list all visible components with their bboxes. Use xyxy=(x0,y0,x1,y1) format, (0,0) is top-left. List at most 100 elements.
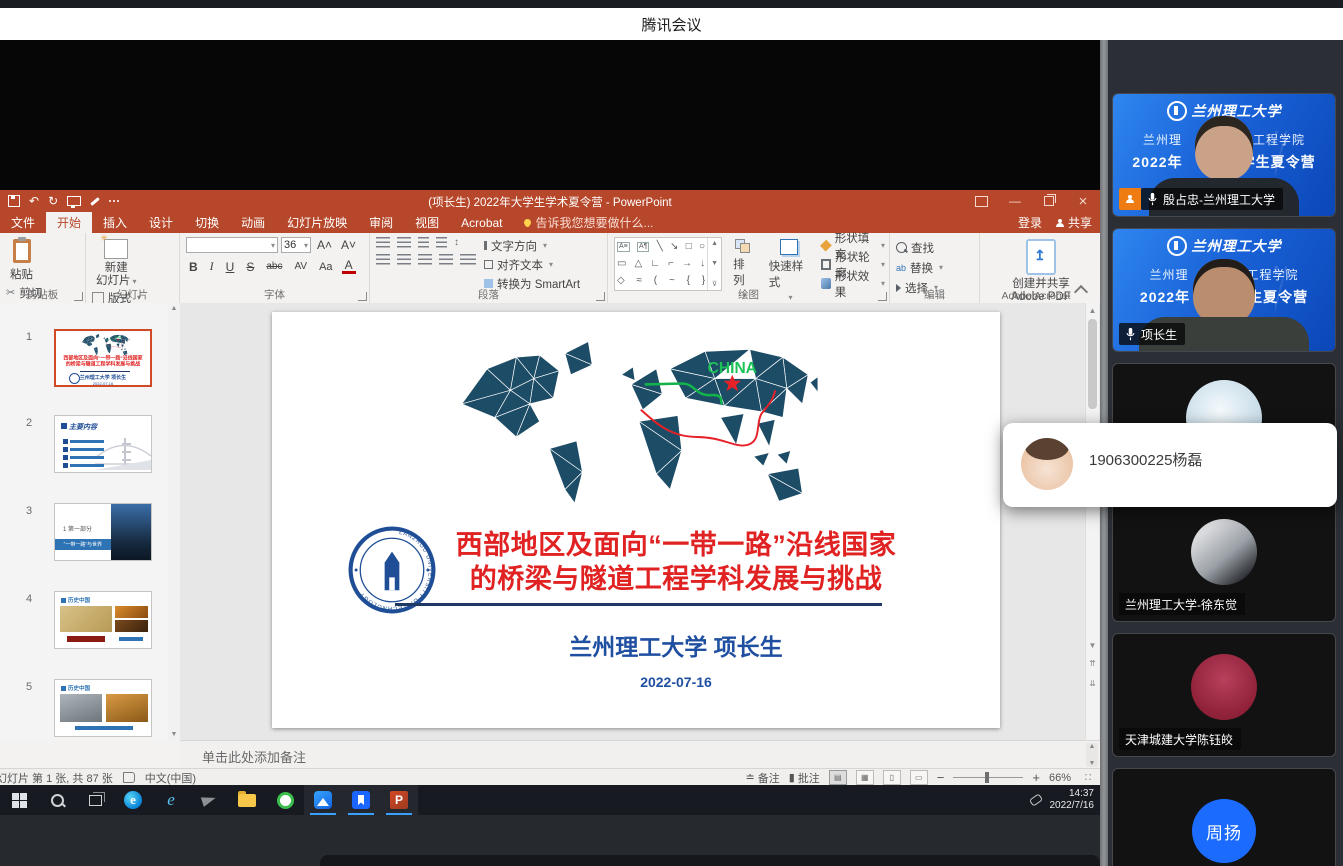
tab-insert[interactable]: 插入 xyxy=(92,212,138,233)
docs-app-taskbar-button[interactable] xyxy=(342,785,380,815)
shape-scribble-icon[interactable]: ≈ xyxy=(637,276,643,286)
tell-me-box[interactable]: 告诉我您想要做什么... xyxy=(514,212,664,233)
participant-tile[interactable]: 周扬 xyxy=(1112,768,1336,866)
text-direction-button[interactable]: 文字方向▾ xyxy=(484,237,580,254)
shape-connector-icon[interactable]: ⌐ xyxy=(668,259,674,269)
slide-canvas[interactable]: 西部地区及面向“一带一路”沿线国家 的桥梁与隧道工程学科发展与挑战 兰州理工大学… xyxy=(272,312,1000,728)
normal-view-button[interactable]: ▤ xyxy=(829,770,847,785)
thumb-scroll-up-icon[interactable]: ▲ xyxy=(171,305,178,312)
numbering-icon[interactable] xyxy=(397,237,411,248)
zoom-out-button[interactable]: − xyxy=(937,770,945,785)
clipboard-dialog-launcher[interactable] xyxy=(74,292,83,301)
grow-font-button[interactable]: A˄ xyxy=(314,238,335,252)
ie-taskbar-button[interactable]: e xyxy=(152,785,190,815)
tray-link-icon[interactable] xyxy=(1028,793,1042,806)
decrease-indent-icon[interactable] xyxy=(418,237,429,248)
tab-view[interactable]: 视图 xyxy=(404,212,450,233)
strikethrough-button[interactable]: S xyxy=(243,260,257,274)
taskbar-search-button[interactable] xyxy=(38,785,76,815)
align-center-icon[interactable] xyxy=(397,254,411,265)
shape-brace-left-icon[interactable]: { xyxy=(687,276,690,286)
shape-curve-icon[interactable]: ~ xyxy=(669,276,675,286)
start-button[interactable] xyxy=(0,785,38,815)
columns-icon[interactable] xyxy=(460,254,476,265)
align-text-button[interactable]: 对齐文本▾ xyxy=(484,256,580,273)
align-right-icon[interactable] xyxy=(418,254,432,265)
edge-taskbar-button[interactable]: e xyxy=(114,785,152,815)
notes-placeholder[interactable]: 单击此处添加备注 xyxy=(202,747,306,766)
character-spacing-button[interactable]: AV xyxy=(291,261,310,272)
shape-gallery-scroll[interactable]: ▲▼⊽ xyxy=(707,238,721,290)
notes-toggle[interactable]: ≐ 备注 xyxy=(746,770,780,786)
bold-button[interactable]: B xyxy=(186,260,201,274)
tab-transitions[interactable]: 切换 xyxy=(184,212,230,233)
language-indicator[interactable]: 中文(中国) xyxy=(145,770,196,786)
reading-view-button[interactable]: ▯ xyxy=(883,770,901,785)
shrink-font-button[interactable]: A˅ xyxy=(338,238,359,252)
fit-to-window-button[interactable]: ⛶ xyxy=(1080,771,1096,784)
spellcheck-icon[interactable] xyxy=(123,772,135,783)
slide-sorter-view-button[interactable]: ▦ xyxy=(856,770,874,785)
tab-file[interactable]: 文件 xyxy=(0,212,46,233)
replace-button[interactable]: ab替换▾ xyxy=(896,259,975,276)
minimize-button[interactable]: — xyxy=(998,190,1032,212)
notes-pane[interactable]: 单击此处添加备注 ▲▼ xyxy=(180,740,1100,769)
slide-thumbnail-2[interactable]: 主要内容 xyxy=(54,415,152,473)
tab-acrobat[interactable]: Acrobat xyxy=(450,212,513,233)
new-slide-button[interactable]: 新建 幻灯片▾ xyxy=(92,237,141,289)
shape-textbox2-icon[interactable]: A¶ xyxy=(637,242,649,252)
slide-thumbnail-3[interactable]: 1 第一部分 “一带一路”与世界 xyxy=(54,503,152,561)
thumb-scroll-down-icon[interactable]: ▼ xyxy=(171,731,178,738)
zoom-slider-thumb[interactable] xyxy=(985,772,989,783)
notes-scrollbar[interactable]: ▲▼ xyxy=(1086,743,1098,767)
shape-triangle-icon[interactable]: △ xyxy=(635,259,643,269)
thumbnail-scrollbar[interactable]: ▲ ▼ xyxy=(168,303,180,740)
drawing-dialog-launcher[interactable] xyxy=(878,292,887,301)
sign-in-button[interactable]: 登录 xyxy=(1018,214,1042,231)
shape-rect-icon[interactable]: □ xyxy=(686,242,692,252)
change-case-button[interactable]: Aa xyxy=(316,261,335,273)
zoom-level[interactable]: 66% xyxy=(1049,772,1071,784)
underline-button[interactable]: U xyxy=(223,260,238,274)
participant-tile[interactable]: 兰州理工大学 兰州理工程学院 2022年生夏令营 项长生 xyxy=(1112,228,1336,352)
shape-arc-icon[interactable]: ( xyxy=(654,276,657,286)
participant-tile[interactable]: 兰州理工大学 兰州理木工程学院 2022年学生夏令营 殷占忠-兰州理工大学 xyxy=(1112,93,1336,217)
shape-freeform-icon[interactable]: ◇ xyxy=(617,276,625,286)
tab-home[interactable]: 开始 xyxy=(46,212,92,233)
justify-icon[interactable] xyxy=(439,254,453,265)
bullets-icon[interactable] xyxy=(376,237,390,248)
scrollbar-thumb[interactable] xyxy=(1088,319,1097,409)
line-spacing-icon[interactable]: ↕ xyxy=(454,237,459,248)
shape-textbox-icon[interactable]: A≡ xyxy=(617,242,630,252)
slide-thumbnail-4[interactable]: 历史中国 xyxy=(54,591,152,649)
slideshow-view-button[interactable]: ▭ xyxy=(910,770,928,785)
zoom-in-button[interactable]: + xyxy=(1032,770,1040,785)
italic-button[interactable]: I xyxy=(207,259,217,274)
participant-tile[interactable]: 兰州理工大学-徐东觉 xyxy=(1112,498,1336,622)
taskbar-clock[interactable]: 14:37 2022/7/16 xyxy=(1030,788,1101,813)
shape-rounded-rect-icon[interactable]: ▭ xyxy=(617,259,626,269)
file-explorer-button[interactable] xyxy=(228,785,266,815)
share-button[interactable]: 共享 xyxy=(1056,214,1092,231)
font-color-button[interactable]: A xyxy=(342,259,356,274)
shape-brace-right-icon[interactable]: } xyxy=(702,276,705,286)
slide-scrollbar[interactable]: ▲ ▼ ⇈ ⇊ xyxy=(1085,303,1099,740)
font-name-combo[interactable]: ▾ xyxy=(186,237,278,253)
scroll-up-icon[interactable]: ▲ xyxy=(1086,306,1099,315)
tab-slideshow[interactable]: 幻灯片放映 xyxy=(276,212,358,233)
close-button[interactable]: × xyxy=(1066,190,1100,212)
green-browser-button[interactable] xyxy=(266,785,304,815)
tab-review[interactable]: 审阅 xyxy=(358,212,404,233)
next-slide-icon[interactable]: ⇊ xyxy=(1086,679,1099,688)
meeting-toolbar-edge[interactable] xyxy=(320,855,1100,866)
find-button[interactable]: 查找 xyxy=(896,239,975,256)
restore-button[interactable] xyxy=(1032,190,1066,212)
paste-button[interactable]: 粘贴 xyxy=(6,237,37,284)
font-dialog-launcher[interactable] xyxy=(358,292,367,301)
clear-formatting-button[interactable]: abc xyxy=(263,261,285,272)
slide-thumbnail-5[interactable]: 历史中国 xyxy=(54,679,152,737)
increase-indent-icon[interactable] xyxy=(436,237,447,248)
scroll-down-icon[interactable]: ▼ xyxy=(1086,641,1099,650)
shape-elbow-icon[interactable]: ∟ xyxy=(650,259,660,269)
powerpoint-taskbar-button[interactable]: P xyxy=(380,785,418,815)
